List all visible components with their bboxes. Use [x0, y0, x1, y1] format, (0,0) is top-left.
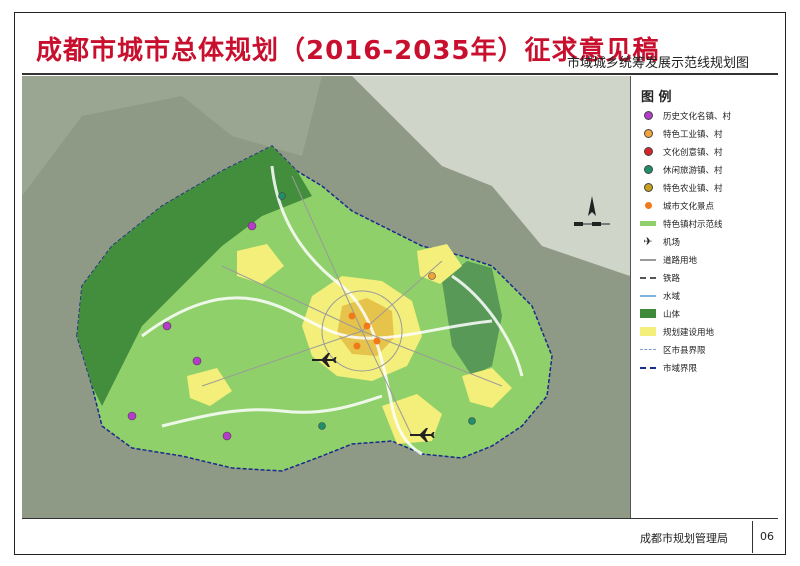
legend-label: 特色农业镇、村: [663, 183, 723, 194]
red-dot-icon: [643, 147, 653, 156]
orange-point-icon: [644, 202, 652, 209]
legend-item: 水域: [639, 288, 731, 303]
legend-label: 规划建设用地: [663, 327, 715, 338]
legend-item: 文化创意镇、村: [639, 144, 731, 159]
legend-panel: 图 例 历史文化名镇、村 特色工业镇、村 文化创意镇、村 休闲旅游镇、村 特色农…: [630, 76, 779, 518]
legend-item: 特色工业镇、村: [639, 126, 731, 141]
legend-label: 文化创意镇、村: [663, 147, 723, 158]
legend-item: 区市县界限: [639, 342, 731, 357]
teal-dot-icon: [643, 165, 653, 174]
railway-icon: [640, 276, 656, 279]
city-boundary-icon: [640, 366, 656, 369]
page-number: 06: [760, 530, 774, 543]
legend-label: 历史文化名镇、村: [663, 111, 732, 122]
footer-divider: [22, 518, 778, 519]
road-line-icon: [640, 258, 656, 261]
legend-title: 图 例: [641, 90, 672, 105]
legend-label: 市域界限: [663, 363, 698, 374]
legend-item: 规划建设用地: [639, 324, 731, 339]
legend-item: 历史文化名镇、村: [639, 108, 731, 123]
legend-label: 道路用地: [663, 255, 698, 266]
map-subtitle: 市域城乡统筹发展示范线规划图: [567, 56, 750, 71]
purple-dot-icon: [643, 111, 653, 120]
legend-label: 特色镇村示范线: [663, 219, 723, 230]
legend-item: 特色镇村示范线: [639, 216, 731, 231]
map-svg: [22, 76, 630, 518]
water-icon: [640, 294, 656, 297]
orange-dot-icon: [643, 129, 653, 138]
legend-item: ✈ 机场: [639, 234, 731, 249]
footer-agency: 成都市规划管理局: [640, 532, 728, 545]
legend-item: 休闲旅游镇、村: [639, 162, 731, 177]
north-arrow-icon: [574, 196, 610, 226]
legend-label: 区市县界限: [663, 345, 706, 356]
legend-label: 城市文化景点: [663, 201, 715, 212]
legend-item: 特色农业镇、村: [639, 180, 731, 195]
crop-dot-icon: [643, 183, 653, 192]
construction-swatch-icon: [640, 327, 656, 336]
footer-separator: [752, 521, 753, 553]
legend-item: 城市文化景点: [639, 198, 731, 213]
map-canvas[interactable]: [22, 76, 630, 518]
legend-label: 休闲旅游镇、村: [663, 165, 723, 176]
county-boundary-icon: [640, 349, 656, 350]
legend-label: 水域: [663, 291, 681, 302]
legend-item: 铁路: [639, 270, 731, 285]
mountain-swatch-icon: [640, 309, 656, 318]
legend-list: 历史文化名镇、村 特色工业镇、村 文化创意镇、村 休闲旅游镇、村 特色农业镇、村…: [639, 108, 731, 378]
airplane-icon: ✈: [643, 235, 653, 248]
legend-item: 市域界限: [639, 360, 731, 375]
legend-label: 机场: [663, 237, 681, 248]
legend-label: 特色工业镇、村: [663, 129, 723, 140]
legend-label: 铁路: [663, 273, 681, 284]
title-divider: [22, 73, 778, 75]
green-band-icon: [640, 221, 656, 226]
legend-item: 道路用地: [639, 252, 731, 267]
legend-item: 山体: [639, 306, 731, 321]
page-title: 成都市城市总体规划（2016-2035年）征求意见稿: [36, 36, 660, 66]
legend-label: 山体: [663, 309, 681, 320]
